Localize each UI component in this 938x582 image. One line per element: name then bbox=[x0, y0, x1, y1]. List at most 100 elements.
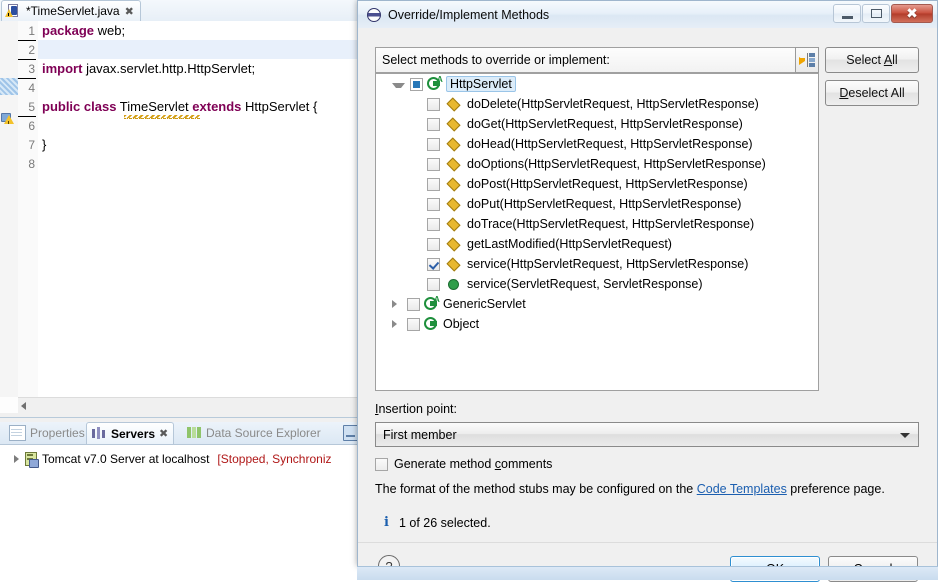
editor-frame-divider bbox=[0, 417, 360, 418]
close-icon: ✖ bbox=[906, 5, 918, 22]
info-icon: i bbox=[384, 515, 389, 530]
insertion-point-label: Insertion point: bbox=[375, 402, 458, 416]
close-icon[interactable]: ✖ bbox=[159, 427, 168, 440]
tree-row[interactable]: doOptions(HttpServletRequest, HttpServle… bbox=[376, 154, 818, 174]
tree-row-label: getLastModified(HttpServletRequest) bbox=[467, 237, 672, 251]
minimize-button[interactable] bbox=[833, 4, 861, 23]
current-line-highlight bbox=[38, 40, 360, 59]
close-button[interactable]: ✖ bbox=[891, 4, 933, 23]
tab-properties[interactable]: Properties bbox=[4, 422, 94, 444]
link-with-editor-icon bbox=[799, 53, 815, 67]
protected-method-icon bbox=[446, 176, 461, 192]
tree-row[interactable]: A GenericServlet bbox=[376, 294, 818, 314]
select-all-label: Select All bbox=[846, 53, 898, 67]
deselect-all-button[interactable]: Deselect All bbox=[825, 80, 919, 106]
servers-icon bbox=[92, 426, 107, 441]
tree-row-label: doHead(HttpServletRequest, HttpServletRe… bbox=[467, 137, 753, 151]
selection-status-text: 1 of 26 selected. bbox=[398, 515, 491, 530]
code-editor: *TimeServlet.java ✖ 1 2 3 4 5 6 7 8 pack… bbox=[0, 0, 360, 418]
tomcat-server-icon bbox=[24, 452, 39, 468]
tree-checkbox[interactable] bbox=[427, 217, 440, 231]
tree-header-bar: Select methods to override or implement: bbox=[375, 47, 809, 73]
expand-arrow-icon[interactable] bbox=[392, 300, 402, 308]
tree-checkbox[interactable] bbox=[410, 77, 423, 91]
tree-checkbox[interactable] bbox=[427, 157, 440, 171]
tree-row-label: doGet(HttpServletRequest, HttpServletRes… bbox=[467, 117, 743, 131]
servers-view-body: Tomcat v7.0 Server at localhost [Stopped… bbox=[0, 444, 360, 580]
methods-tree[interactable]: A HttpServlet doDelete(HttpServletReques… bbox=[375, 73, 819, 391]
editor-annotation-gutter[interactable] bbox=[0, 21, 19, 397]
tree-row[interactable]: service(ServletRequest, ServletResponse) bbox=[376, 274, 818, 294]
protected-method-icon bbox=[446, 116, 461, 132]
data-source-explorer-icon bbox=[187, 426, 202, 440]
tree-row[interactable]: doTrace(HttpServletRequest, HttpServletR… bbox=[376, 214, 818, 234]
tree-row[interactable]: doDelete(HttpServletRequest, HttpServlet… bbox=[376, 94, 818, 114]
protected-method-icon bbox=[446, 216, 461, 232]
collapse-arrow-icon[interactable] bbox=[392, 82, 405, 88]
protected-method-icon bbox=[446, 236, 461, 252]
tab-data-source-explorer-label: Data Source Explorer bbox=[206, 426, 321, 440]
protected-method-icon bbox=[446, 136, 461, 152]
deselect-all-label: Deselect All bbox=[839, 86, 905, 100]
tree-checkbox[interactable] bbox=[407, 297, 420, 311]
tree-checkbox[interactable] bbox=[427, 97, 440, 111]
tree-row[interactable]: doPut(HttpServletRequest, HttpServletRes… bbox=[376, 194, 818, 214]
link-with-editor-button[interactable] bbox=[795, 47, 819, 73]
code-text-area[interactable]: package web; import javax.servlet.http.H… bbox=[38, 21, 360, 397]
override-implement-methods-dialog: Override/Implement Methods ✖ Select meth… bbox=[357, 0, 938, 582]
tree-checkbox[interactable] bbox=[427, 237, 440, 251]
server-name: Tomcat v7.0 Server at localhost bbox=[42, 452, 210, 466]
tab-data-source-explorer[interactable]: Data Source Explorer bbox=[182, 422, 330, 444]
tree-row-label: doOptions(HttpServletRequest, HttpServle… bbox=[467, 157, 766, 171]
tree-row-label: doPost(HttpServletRequest, HttpServletRe… bbox=[467, 177, 748, 191]
code-line-7: } bbox=[42, 137, 47, 152]
tree-row[interactable]: Object bbox=[376, 314, 818, 334]
tree-row[interactable]: doHead(HttpServletRequest, HttpServletRe… bbox=[376, 134, 818, 154]
expand-arrow-icon[interactable] bbox=[14, 455, 19, 463]
tree-row[interactable]: service(HttpServletRequest, HttpServletR… bbox=[376, 254, 818, 274]
insertion-point-select[interactable]: First member bbox=[375, 422, 919, 447]
dialog-title-bar[interactable]: Override/Implement Methods ✖ bbox=[358, 1, 937, 29]
format-note: The format of the method stubs may be co… bbox=[375, 482, 885, 496]
tree-row-label: doPut(HttpServletRequest, HttpServletRes… bbox=[467, 197, 742, 211]
maximize-button[interactable] bbox=[862, 4, 890, 23]
tree-row[interactable]: doPost(HttpServletRequest, HttpServletRe… bbox=[376, 174, 818, 194]
tree-checkbox[interactable] bbox=[427, 117, 440, 131]
tree-row-label: GenericServlet bbox=[443, 297, 526, 311]
tree-checkbox[interactable] bbox=[407, 317, 420, 331]
eclipse-icon bbox=[367, 7, 381, 22]
tree-row[interactable]: getLastModified(HttpServletRequest) bbox=[376, 234, 818, 254]
tree-checkbox[interactable] bbox=[427, 277, 440, 291]
tree-checkbox[interactable] bbox=[427, 177, 440, 191]
code-line-5: public class TimeServlet extends HttpSer… bbox=[42, 99, 318, 114]
select-all-button[interactable]: Select All bbox=[825, 47, 919, 73]
tree-checkbox[interactable] bbox=[427, 257, 440, 271]
generate-method-comments-checkbox[interactable] bbox=[375, 457, 388, 471]
expand-arrow-icon[interactable] bbox=[392, 320, 402, 328]
generate-method-comments-label: Generate method comments bbox=[394, 457, 553, 471]
warning-marker-icon[interactable] bbox=[1, 113, 16, 127]
tree-checkbox[interactable] bbox=[427, 137, 440, 151]
code-line-1: package web; bbox=[42, 23, 126, 38]
close-icon[interactable]: ✖ bbox=[125, 5, 134, 18]
scroll-left-icon[interactable] bbox=[21, 402, 26, 410]
server-list-item[interactable]: Tomcat v7.0 Server at localhost [Stopped… bbox=[0, 450, 332, 468]
format-note-prefix: The format of the method stubs may be co… bbox=[375, 482, 697, 496]
tree-row-label: Object bbox=[443, 317, 480, 331]
dialog-bottom-edge bbox=[357, 566, 938, 580]
tree-row[interactable]: A HttpServlet bbox=[376, 74, 818, 94]
window-controls: ✖ bbox=[832, 4, 933, 23]
generate-method-comments-row[interactable]: Generate method comments bbox=[375, 457, 552, 471]
chevron-down-icon bbox=[900, 433, 910, 438]
selection-status: i 1 of 26 selected. bbox=[384, 515, 491, 530]
java-file-warning-icon bbox=[5, 3, 21, 19]
tree-header-label: Select methods to override or implement: bbox=[382, 53, 610, 67]
tree-checkbox[interactable] bbox=[427, 197, 440, 211]
tab-servers[interactable]: Servers ✖ bbox=[86, 422, 175, 444]
editor-horizontal-scrollbar[interactable] bbox=[18, 397, 360, 414]
tab-servers-label: Servers bbox=[111, 426, 156, 441]
tree-row[interactable]: doGet(HttpServletRequest, HttpServletRes… bbox=[376, 114, 818, 134]
views-tab-row: Properties Servers ✖ Data Source Explore… bbox=[0, 422, 360, 444]
code-templates-link[interactable]: Code Templates bbox=[697, 482, 787, 496]
editor-tab-timeservlet[interactable]: *TimeServlet.java ✖ bbox=[1, 0, 141, 21]
